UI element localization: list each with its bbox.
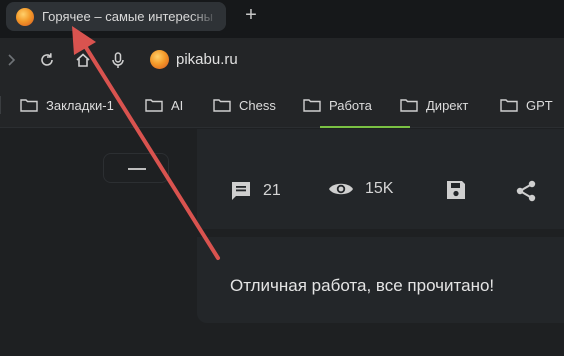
browser-window: Горячее – самые интересны + pikabu.ru За… — [0, 0, 564, 356]
bookmark-folder-chess[interactable]: Chess — [213, 95, 276, 115]
address-bar-url[interactable]: pikabu.ru — [176, 51, 238, 68]
bookmark-folder-rabota[interactable]: Работа — [303, 95, 372, 115]
active-tab[interactable]: Горячее – самые интересны — [6, 2, 226, 31]
bookmark-folder-gpt[interactable]: GPT — [500, 95, 553, 115]
folder-icon — [213, 99, 231, 112]
bookmark-label: Chess — [239, 97, 276, 113]
reload-icon[interactable] — [37, 50, 57, 70]
save-icon — [447, 181, 465, 199]
home-icon[interactable] — [73, 50, 93, 70]
tab-strip: Горячее – самые интересны + — [0, 0, 564, 38]
folder-icon — [20, 99, 38, 112]
new-tab-button[interactable]: + — [240, 5, 262, 27]
bookmark-label: GPT — [526, 97, 553, 113]
comments-count: 21 — [263, 182, 281, 199]
views-stat: 15K — [327, 179, 393, 199]
minus-icon — [128, 168, 146, 170]
comment-icon — [232, 182, 250, 200]
pikabu-favicon-icon — [16, 7, 34, 26]
bookmark-label: AI — [171, 97, 184, 113]
collapse-button[interactable] — [103, 153, 169, 183]
active-site-indicator — [320, 126, 410, 128]
save-post-button[interactable] — [445, 179, 477, 201]
folder-icon — [400, 99, 418, 112]
site-favicon-icon — [150, 50, 169, 69]
page-content: 21 15K Отличная работа, все прочитано! — [0, 129, 564, 356]
feed-end-message: Отличная работа, все прочитано! — [230, 276, 495, 295]
forward-icon[interactable] — [2, 50, 22, 70]
bookmark-label: Работа — [329, 97, 372, 113]
views-count: 15K — [365, 180, 394, 197]
share-icon — [516, 180, 536, 202]
bookmark-folder-zakladki-1[interactable]: Закладки-1 — [20, 95, 114, 115]
bookmark-folder-direkt[interactable]: Директ — [400, 95, 468, 115]
navigation-bar: pikabu.ru — [0, 38, 564, 82]
bookmarks-bar: Закладки-1 AI Chess Работа Директ GPT — [0, 82, 564, 128]
feed-end-card: Отличная работа, все прочитано! — [197, 237, 564, 323]
folder-icon — [500, 99, 518, 112]
bookmark-label: Закладки-1 — [46, 97, 114, 113]
bookmark-label: Директ — [426, 97, 469, 113]
microphone-icon[interactable] — [108, 50, 128, 70]
tab-title-fade — [190, 2, 226, 31]
post-footer-card: 21 15K — [197, 129, 564, 229]
share-button[interactable] — [514, 179, 548, 203]
tab-title: Горячее – самые интересны — [42, 9, 214, 24]
folder-icon — [145, 99, 163, 112]
bookmark-folder-ai[interactable]: AI — [145, 95, 183, 115]
eye-icon — [329, 183, 353, 195]
folder-icon — [303, 99, 321, 112]
bookmarks-separator — [0, 96, 1, 114]
comments-stat[interactable]: 21 — [229, 179, 281, 203]
